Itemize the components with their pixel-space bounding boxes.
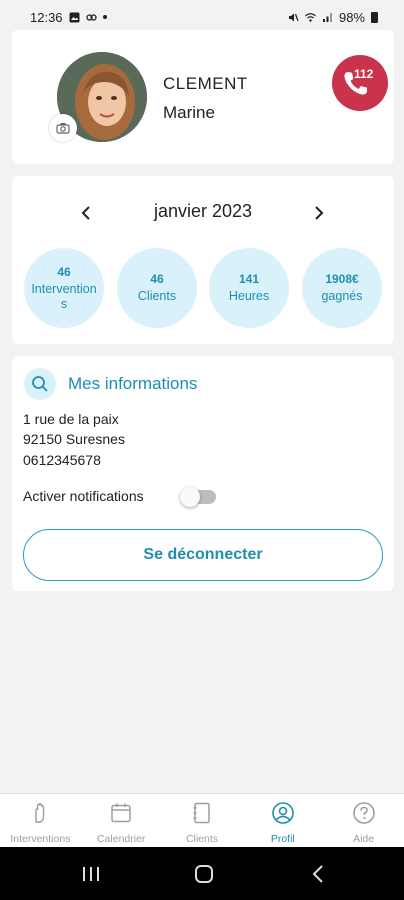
toggle-knob (180, 487, 200, 507)
emergency-number: 112 (354, 67, 374, 81)
gallery-icon (69, 12, 80, 22)
stat-clients: 46 Clients (117, 248, 197, 328)
stat-value: 46 (150, 272, 164, 286)
profile-card: CLEMENT Marine 112 (12, 30, 394, 164)
tab-label: Clients (185, 833, 219, 845)
status-bar: 12:36 98% (0, 0, 404, 34)
month-label: janvier 2023 (153, 201, 253, 221)
bottom-tab-bar: Interventions Calendrier Clients Profil … (0, 793, 404, 847)
tab-clients[interactable]: Clients (162, 794, 243, 847)
logout-button[interactable]: Se déconnecter (23, 529, 383, 581)
hand-icon (35, 803, 45, 823)
notifications-label: Activer notifications (23, 488, 144, 504)
stat-value: 46 (57, 264, 71, 279)
month-navigator: janvier 2023 (12, 198, 394, 228)
stat-value: 141 (238, 272, 260, 286)
recents-icon (83, 867, 99, 881)
first-name: Marine (163, 103, 215, 122)
back-button[interactable] (305, 861, 331, 887)
stat-label: Intervention s (31, 281, 97, 311)
my-information-card: Mes informations 1 rue de la paix 92150 … (12, 356, 394, 591)
stat-earnings: 1908€ gagnés (302, 248, 382, 328)
tab-label: Interventions (10, 833, 71, 845)
camera-icon (56, 123, 70, 134)
home-icon (195, 865, 213, 883)
recents-button[interactable] (78, 861, 104, 887)
back-icon (312, 865, 323, 883)
tab-label: Profil (270, 833, 295, 845)
notification-dot-icon (102, 15, 107, 19)
section-title: Mes informations (68, 374, 198, 393)
battery-level: 98% (338, 9, 365, 25)
phone-number: 0612345678 (23, 452, 101, 468)
tab-profile[interactable]: Profil (242, 794, 323, 847)
emergency-call-button[interactable]: 112 (332, 55, 388, 111)
tab-calendar[interactable]: Calendrier (81, 794, 162, 847)
stat-label: Heures (228, 289, 270, 303)
clients-book-icon (193, 802, 210, 824)
search-icon (24, 368, 56, 400)
battery-icon (371, 11, 378, 23)
stat-hours: 141 Heures (209, 248, 289, 328)
stat-label: Clients (137, 289, 177, 303)
monthly-stats-card: janvier 2023 46 Intervention s 46 Clients… (12, 176, 394, 344)
calendar-icon (111, 803, 131, 823)
tab-label: Aide (353, 833, 375, 845)
system-navigation-bar (0, 847, 404, 900)
profile-icon (271, 802, 294, 824)
stat-label: gagnés (321, 289, 363, 303)
tab-help[interactable]: Aide (323, 794, 404, 847)
address-line-2: 92150 Suresnes (23, 431, 125, 447)
change-photo-button[interactable] (49, 114, 77, 142)
link-icon (85, 13, 97, 21)
next-month-button[interactable] (307, 201, 331, 225)
last-name: CLEMENT (163, 74, 248, 93)
help-icon (352, 802, 375, 824)
tab-interventions[interactable]: Interventions (0, 794, 81, 847)
home-button[interactable] (191, 861, 217, 887)
tab-label: Calendrier (96, 833, 146, 845)
notifications-toggle[interactable] (180, 487, 218, 507)
signal-icon (322, 12, 332, 22)
wifi-icon (305, 12, 316, 22)
address-line-1: 1 rue de la paix (23, 411, 119, 427)
stat-value: 1908€ (325, 272, 359, 286)
stat-interventions: 46 Intervention s (24, 248, 104, 328)
status-time: 12:36 (30, 9, 63, 25)
mute-icon (288, 13, 299, 21)
chevron-right-icon (315, 206, 324, 220)
